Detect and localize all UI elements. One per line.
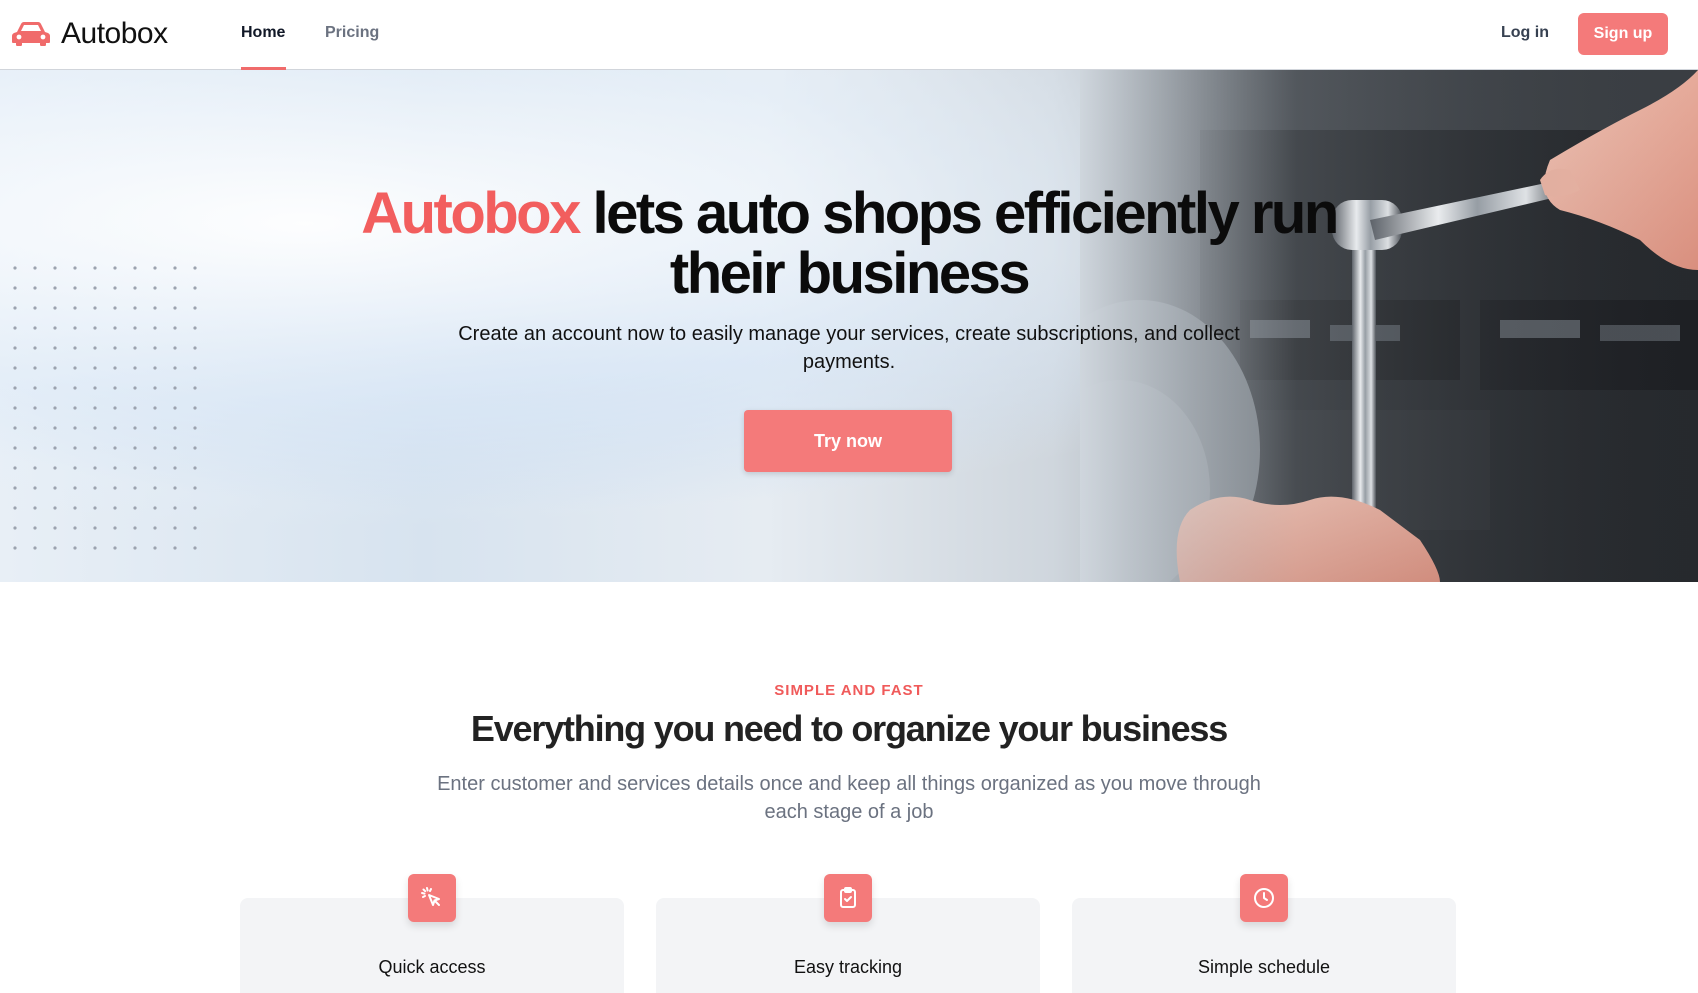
feature-title-easy-tracking: Easy tracking [793,957,903,977]
features-eyebrow: SIMPLE AND FAST [774,682,924,699]
hero-section: Autobox lets auto shops efficiently run … [0,70,1698,582]
hero-title: Autobox lets auto shops efficiently run … [300,184,1398,304]
clipboard-check-icon [824,874,872,922]
hero-title-brand: Autobox [361,181,581,246]
brand-name: Autobox [61,17,168,50]
decorative-dot-grid [13,266,197,550]
brand-logo[interactable]: Autobox [11,16,168,52]
clock-icon [1240,874,1288,922]
nav-link-pricing[interactable]: Pricing [325,24,379,42]
feature-title-simple-schedule: Simple schedule [1197,957,1331,977]
top-navigation: Autobox Home Pricing Log in Sign up [0,0,1698,70]
car-icon [12,22,50,46]
hero-subtitle: Create an account now to easily manage y… [458,323,1240,373]
cursor-click-icon [408,874,456,922]
login-link[interactable]: Log in [1501,24,1549,42]
feature-title-quick-access: Quick access [378,957,486,977]
features-title: Everything you need to organize your bus… [470,708,1228,749]
hero-title-rest: lets auto shops efficiently run their bu… [592,181,1339,306]
signup-button[interactable]: Sign up [1578,13,1668,55]
features-subtitle: Enter customer and services details once… [437,773,1261,823]
try-now-button[interactable]: Try now [744,410,952,472]
nav-link-home[interactable]: Home [241,24,285,42]
